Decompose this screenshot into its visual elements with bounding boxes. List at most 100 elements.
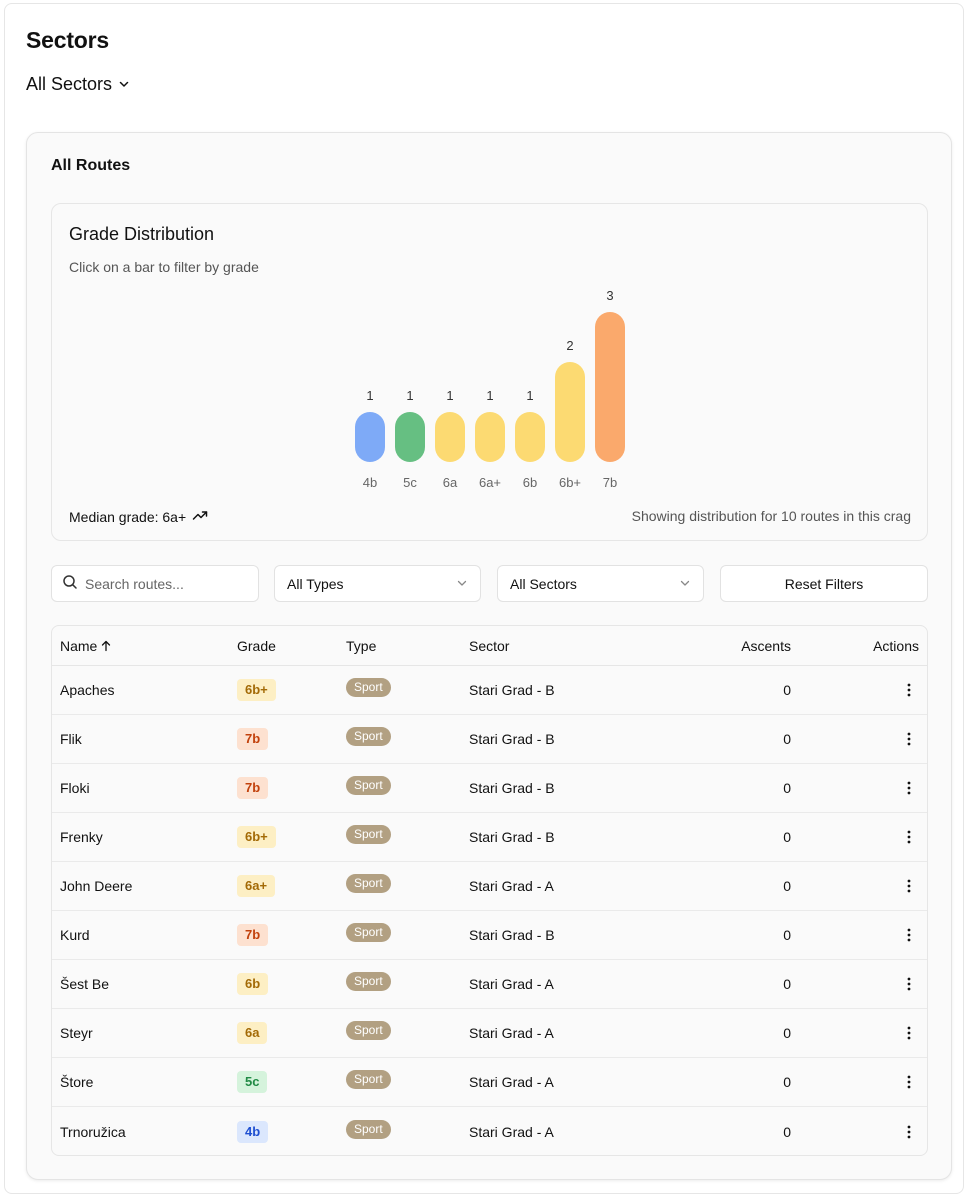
grade-badge: 7b [237,728,269,750]
type-cell: Sport [346,1009,391,1057]
reset-filters-button[interactable]: Reset Filters [720,565,928,602]
grade-bar-4b[interactable] [355,412,385,462]
row-actions [907,666,911,714]
median-grade-label: Median grade: 6a+ [69,508,187,525]
more-vertical-icon[interactable] [907,928,911,942]
column-header-ascents: Ascents [741,637,791,654]
arrow-up-icon [100,640,112,652]
route-name: Kurd [60,927,90,943]
bar-grade-label: 5c [403,475,417,490]
grade-distribution-panel: Grade Distribution Click on a bar to fil… [51,203,928,541]
sector-cell: Stari Grad - B [469,927,555,943]
row-actions [907,715,911,763]
ascents-cell: 0 [783,780,791,796]
bar-grade-label: 4b [362,475,378,490]
page-title: Sectors [26,27,109,53]
grade-bar-6a-plus[interactable] [475,412,505,462]
more-vertical-icon[interactable] [907,732,911,746]
more-vertical-icon[interactable] [907,1026,911,1040]
sector-dropdown-label: All Sectors [26,74,113,94]
type-cell: Sport [346,715,391,763]
column-header-sector: Sector [469,637,510,654]
column-name-label: Name [60,637,98,654]
grade-cell: 5c [237,1058,268,1106]
search-icon [62,574,78,593]
route-name: Šest Be [60,976,110,992]
table-row[interactable]: Steyr 6a Sport Stari Grad - A 0 [52,1009,927,1058]
sector-cell: Stari Grad - A [469,1074,554,1090]
column-header-actions: Actions [873,637,919,654]
row-actions [907,1009,911,1057]
grade-bar-7b[interactable] [595,312,625,462]
table-row[interactable]: Apaches 6b+ Sport Stari Grad - B 0 [52,666,927,715]
grade-badge: 6b+ [237,826,276,848]
more-vertical-icon[interactable] [907,1075,911,1089]
more-vertical-icon[interactable] [907,781,911,795]
type-filter-select[interactable]: All Types [274,565,481,602]
ascents-cell: 0 [783,731,791,747]
row-actions [907,764,911,812]
row-actions [907,960,911,1008]
ascents-cell: 0 [783,682,791,698]
chevron-down-icon [116,74,130,95]
median-grade: Median grade: 6a+ [69,507,208,526]
bar-count-label: 1 [486,388,494,403]
grade-bar-5c[interactable] [395,412,425,462]
grade-cell: 6a [237,1009,268,1057]
table-row[interactable]: Trnoružica 4b Sport Stari Grad - A 0 [52,1107,927,1155]
type-cell: Sport [346,813,391,861]
card-title: All Routes [51,157,131,174]
row-actions [907,911,911,959]
distribution-summary: Showing distribution for 10 routes in th… [631,508,911,524]
column-header-grade: Grade [237,637,276,654]
sector-filter-select[interactable]: All Sectors [497,565,704,602]
table-row[interactable]: Šest Be 6b Sport Stari Grad - A 0 [52,960,927,1009]
sector-cell: Stari Grad - B [469,731,555,747]
column-header-name[interactable]: Name [60,626,112,665]
grade-bar-6b-plus[interactable] [555,362,585,462]
search-input[interactable] [85,575,245,592]
bar-count-label: 1 [526,388,534,403]
row-actions [907,862,911,910]
table-row[interactable]: Flik 7b Sport Stari Grad - B 0 [52,715,927,764]
grade-bar-6a[interactable] [435,412,465,462]
table-row[interactable]: Frenky 6b+ Sport Stari Grad - B 0 [52,813,927,862]
routes-card: All Routes Grade Distribution Click on a… [26,132,952,1180]
more-vertical-icon[interactable] [907,830,911,844]
table-row[interactable]: Floki 7b Sport Stari Grad - B 0 [52,764,927,813]
grade-cell: 7b [237,715,269,763]
table-row[interactable]: Kurd 7b Sport Stari Grad - B 0 [52,911,927,960]
type-badge: Sport [346,972,391,991]
route-name: Apaches [60,682,115,698]
sector-cell: Stari Grad - A [469,1123,554,1140]
route-name: Trnoružica [60,1123,126,1140]
type-cell: Sport [346,666,391,714]
table-row[interactable]: Štore 5c Sport Stari Grad - A 0 [52,1058,927,1107]
grade-badge: 6a [237,1022,268,1044]
column-header-type: Type [346,637,377,654]
sector-cell: Stari Grad - B [469,780,555,796]
bar-count-label: 2 [566,338,574,353]
type-badge: Sport [346,825,391,844]
row-actions [907,1107,911,1155]
bar-grade-label: 6b [522,475,538,490]
bar-count-label: 1 [446,388,454,403]
more-vertical-icon[interactable] [907,879,911,893]
more-vertical-icon[interactable] [907,1125,911,1139]
grade-cell: 6a+ [237,862,276,910]
sector-dropdown[interactable]: All Sectors [26,74,130,95]
sector-filter-label: All Sectors [510,575,577,592]
grade-cell: 4b [237,1107,269,1155]
type-badge: Sport [346,1070,391,1089]
more-vertical-icon[interactable] [907,977,911,991]
grade-badge: 6b [237,973,269,995]
grade-badge: 7b [237,777,269,799]
search-box[interactable] [51,565,259,602]
grade-badge: 4b [237,1120,269,1143]
grade-bar-6b[interactable] [515,412,545,462]
more-vertical-icon[interactable] [907,683,911,697]
table-row[interactable]: John Deere 6a+ Sport Stari Grad - A 0 [52,862,927,911]
ascents-cell: 0 [783,878,791,894]
route-name: Štore [60,1074,94,1090]
row-actions [907,1058,911,1106]
